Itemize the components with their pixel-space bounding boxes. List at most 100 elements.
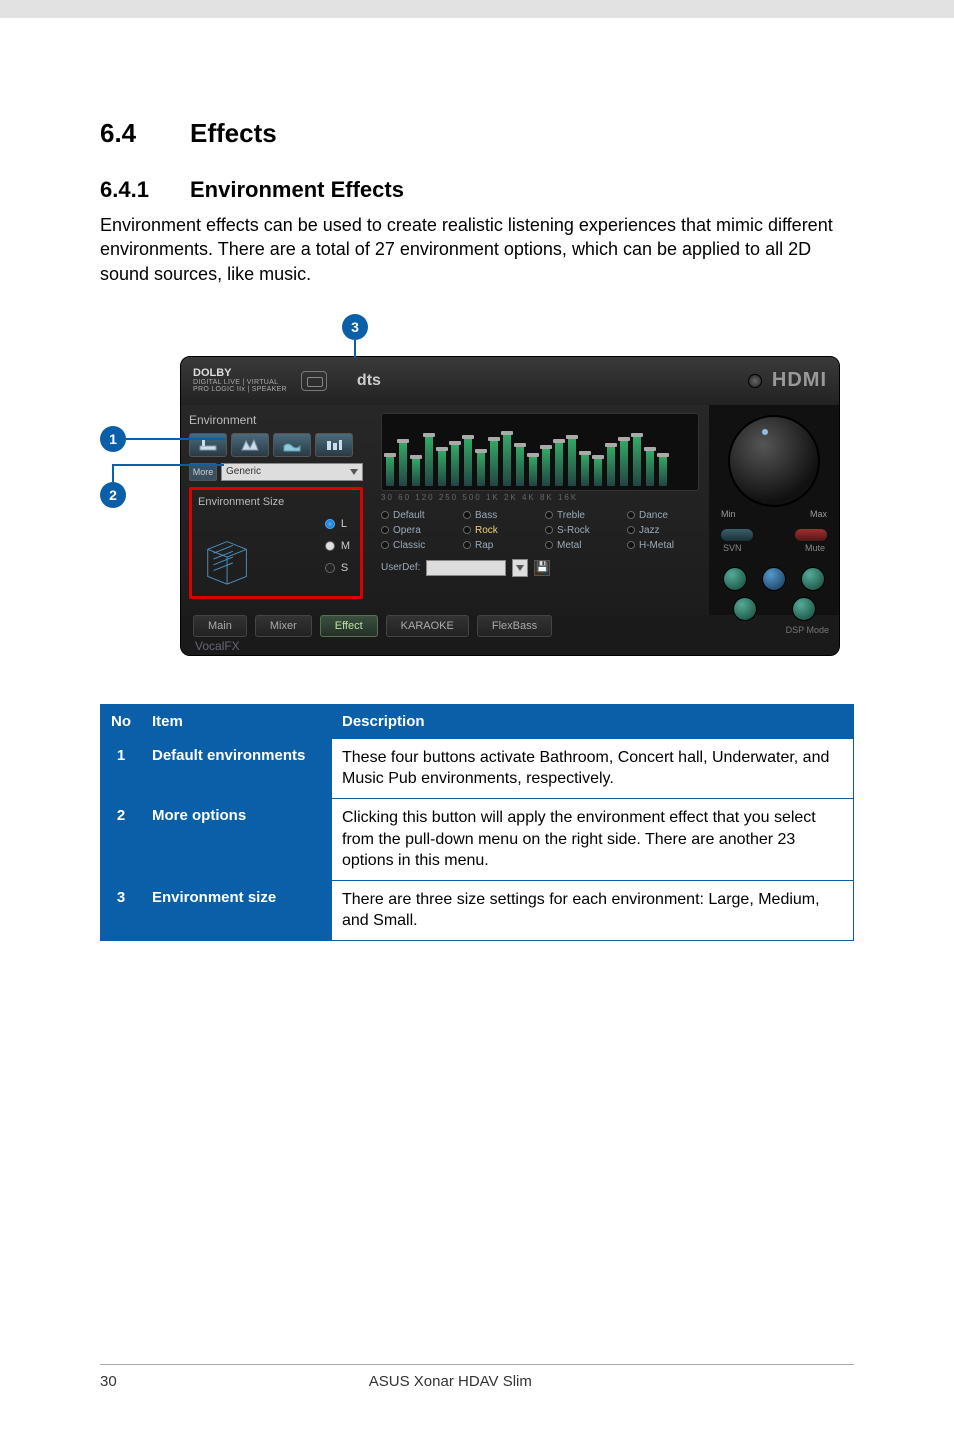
eq-band[interactable] [607,446,615,486]
mode-orb-5[interactable] [792,597,816,621]
dolby-badge-icon [301,371,327,391]
eq-band[interactable] [399,442,407,486]
th-item: Item [142,704,332,738]
preset-label: S-Rock [557,525,590,536]
eq-band[interactable] [464,438,472,486]
settings-orb-icon[interactable] [748,374,762,388]
eq-band[interactable] [659,456,667,486]
mode-orb-1[interactable] [723,567,747,591]
equalizer-axis: 30 60 120 250 500 1K 2K 4K 8K 16K [381,493,699,502]
eq-preset[interactable]: Metal [545,540,617,551]
preset-label: H-Metal [639,540,674,551]
userdef-input[interactable] [426,560,506,576]
cell-no: 2 [101,799,142,881]
radio-icon [381,511,389,519]
footer-title: ASUS Xonar HDAV Slim [77,1373,824,1390]
cell-item: More options [142,799,332,881]
callout-3-line [354,340,356,358]
eq-band[interactable] [503,434,511,486]
eq-band[interactable] [425,436,433,486]
radio-icon [545,526,553,534]
eq-band[interactable] [438,450,446,486]
eq-band[interactable] [594,458,602,486]
env-btn-bathroom[interactable] [189,433,227,457]
subsection-title: Environment Effects [190,177,404,202]
description-table: No Item Description 1Default environment… [100,704,854,941]
eq-band[interactable] [620,440,628,486]
environment-default-buttons [189,433,363,457]
radio-icon [463,526,471,534]
mode-orb-3[interactable] [801,567,825,591]
mute-button[interactable] [795,529,827,541]
mode-orb-2[interactable] [762,567,786,591]
eq-band[interactable] [451,444,459,486]
env-btn-concert-hall[interactable] [231,433,269,457]
size-option-label: M [341,540,350,552]
radio-icon [325,563,335,573]
eq-preset[interactable]: Default [381,510,453,521]
eq-band[interactable] [529,456,537,486]
radio-icon [463,541,471,549]
right-pane: MinMax SVNMute DSP Mode [709,405,839,615]
preset-label: Rock [475,525,498,536]
eq-preset[interactable]: Rap [463,540,535,551]
eq-preset[interactable]: Treble [545,510,617,521]
env-btn-underwater[interactable] [273,433,311,457]
eq-band[interactable] [542,448,550,486]
callout-2-line-v [112,466,114,482]
cell-desc: Clicking this button will apply the envi… [332,799,854,881]
tab-flexbass[interactable]: FlexBass [477,615,552,637]
cell-item: Environment size [142,880,332,940]
cell-desc: These four buttons activate Bathroom, Co… [332,738,854,798]
mid-pane: 30 60 120 250 500 1K 2K 4K 8K 16K Defaul… [371,405,709,615]
preset-label: Opera [393,525,421,536]
volume-knob[interactable] [728,415,820,507]
size-option-medium[interactable]: M [325,540,350,552]
eq-preset[interactable]: Classic [381,540,453,551]
subsection-number: 6.4.1 [100,177,190,203]
svn-button[interactable] [721,529,753,541]
eq-preset[interactable]: Dance [627,510,699,521]
mode-orb-4[interactable] [733,597,757,621]
eq-preset[interactable]: Opera [381,525,453,536]
eq-preset[interactable]: Rock [463,525,535,536]
eq-band[interactable] [581,454,589,486]
userdef-save-button[interactable]: 💾 [534,560,550,576]
tab-effect[interactable]: Effect [320,615,378,637]
eq-band[interactable] [646,450,654,486]
eq-band[interactable] [555,442,563,486]
eq-band[interactable] [490,440,498,486]
equalizer[interactable] [381,413,699,491]
tab-karaoke[interactable]: KARAOKE [386,615,469,637]
tab-main[interactable]: Main [193,615,247,637]
eq-presets: Default Bass Treble Dance Opera Rock S-Rock Jaz… [381,510,699,551]
eq-band[interactable] [386,456,394,486]
eq-band[interactable] [633,436,641,486]
env-btn-music-pub[interactable] [315,433,353,457]
radio-icon [381,526,389,534]
eq-band[interactable] [516,446,524,486]
userdef-dropdown[interactable] [512,559,528,577]
cell-no: 3 [101,880,142,940]
size-option-large[interactable]: L [325,518,350,530]
th-description: Description [332,704,854,738]
section-heading: 6.4Effects [100,118,854,149]
environment-label: Environment [189,413,363,427]
eq-band[interactable] [477,452,485,486]
environment-select[interactable]: Generic [221,463,363,481]
size-option-small[interactable]: S [325,562,350,574]
radio-icon [381,541,389,549]
eq-preset[interactable]: H-Metal [627,540,699,551]
vocalfx-label: VocalFX [195,639,552,653]
eq-band[interactable] [412,458,420,486]
cell-item: Default environments [142,738,332,798]
app-titlebar: DOLBY DIGITAL LIVE | VIRTUAL PRO LOGIC I… [181,357,839,405]
preset-label: Classic [393,540,425,551]
eq-preset[interactable]: S-Rock [545,525,617,536]
tab-mixer[interactable]: Mixer [255,615,312,637]
hdmi-label: HDMI [772,369,827,392]
eq-preset[interactable]: Jazz [627,525,699,536]
eq-band[interactable] [568,438,576,486]
section-number: 6.4 [100,118,190,149]
eq-preset[interactable]: Bass [463,510,535,521]
